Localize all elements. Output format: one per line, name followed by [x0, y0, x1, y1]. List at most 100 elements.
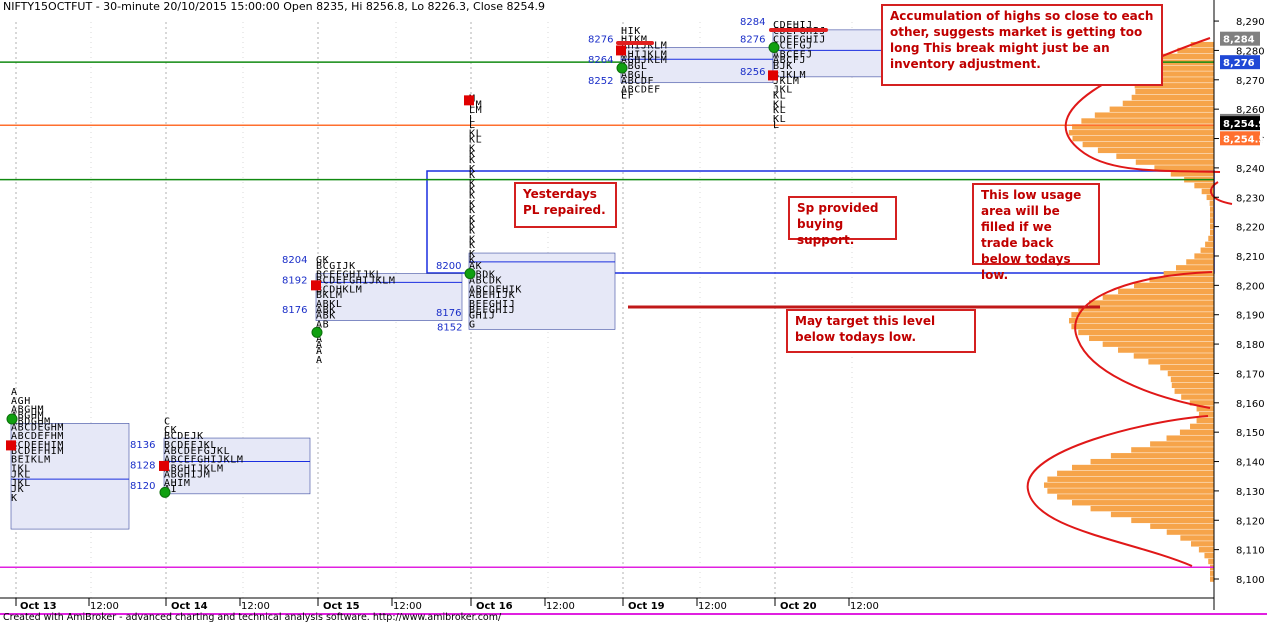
volume-profile-bar	[1082, 141, 1214, 148]
value-area-label: 8276	[740, 35, 765, 46]
value-area-label: 8204	[282, 255, 307, 266]
x-tick-label: Oct 16	[476, 601, 513, 612]
volume-profile-bar	[1043, 482, 1214, 488]
volume-profile-bar	[1160, 364, 1214, 371]
value-area-label: 8128	[130, 460, 155, 471]
x-tick-label: Oct 13	[20, 601, 57, 612]
value-area-label: 8284	[740, 17, 765, 28]
annotation-yesterday-pl: Yesterdays PL repaired.	[514, 182, 617, 228]
open-marker-red-square	[159, 460, 169, 471]
x-tick-label: Oct 19	[628, 601, 665, 612]
x-tick-label: 12:00	[90, 601, 119, 612]
tpo-letters: A	[316, 355, 323, 366]
value-area-label: 8176	[282, 305, 307, 316]
annotation-target-level: May target this level below todays low.	[786, 309, 976, 353]
y-tick-label: 8,160	[1236, 399, 1265, 410]
x-tick-label: 12:00	[393, 601, 422, 612]
y-tick-label: 8,110	[1236, 546, 1265, 557]
volume-profile-bar	[1072, 135, 1214, 142]
value-area-label: 8256	[740, 67, 765, 78]
x-tick-label: Oct 15	[323, 601, 360, 612]
annotation-sp-support: Sp provided buying support.	[788, 196, 897, 247]
volume-profile-bar	[1133, 353, 1214, 359]
volume-profile-bar	[1118, 288, 1214, 295]
chart-canvas: AAGHABGHMABGHMABDGHMABCDEGHMABCDEFHMBCDE…	[0, 0, 1267, 615]
y-tick-label: 8,210	[1236, 252, 1265, 263]
volume-profile-bar	[1102, 341, 1214, 347]
volume-profile-bar	[1162, 53, 1214, 60]
volume-profile-bar	[1167, 370, 1214, 377]
volume-profile-bar	[1110, 453, 1214, 459]
y-tick-label: 8,150	[1236, 428, 1265, 439]
volume-profile-bar	[1131, 517, 1214, 524]
volume-profile-bar	[1198, 547, 1214, 553]
volume-profile-bar	[1200, 247, 1214, 253]
volume-profile-bar	[1134, 282, 1214, 289]
price-tag-label: 8,254.5	[1223, 134, 1265, 145]
volume-profile-bar	[1181, 394, 1214, 400]
volume-profile-bar	[1071, 323, 1214, 330]
y-tick-label: 8,100	[1236, 575, 1265, 586]
volume-profile-bar	[1166, 529, 1214, 535]
y-tick-label: 8,290	[1236, 17, 1265, 28]
price-tag-label: 8,254.9	[1223, 119, 1265, 130]
volume-profile-bar	[1166, 435, 1214, 441]
price-tag-label: 8,276	[1223, 58, 1255, 69]
volume-profile-bar	[1131, 94, 1214, 101]
volume-profile-bar	[1131, 447, 1214, 453]
volume-profile-bar	[1047, 476, 1214, 482]
y-tick-label: 8,120	[1236, 516, 1265, 527]
chart-title: NIFTY15OCTFUT - 30-minute 20/10/2015 15:…	[3, 0, 545, 13]
volume-profile-bar	[1209, 200, 1214, 206]
volume-profile-bar	[1089, 335, 1214, 342]
volume-profile-bar	[1109, 106, 1214, 112]
volume-profile-bar	[1116, 153, 1214, 159]
tpo-letters: L	[773, 120, 780, 131]
tpo-letters: K	[11, 493, 18, 504]
open-marker-red-square	[768, 70, 778, 81]
volume-profile-bar	[1170, 376, 1214, 383]
volume-profile-bar	[1094, 112, 1214, 118]
y-tick-label: 8,140	[1236, 458, 1265, 469]
volume-profile-bar	[1057, 494, 1214, 500]
y-tick-label: 8,220	[1236, 223, 1265, 234]
volume-profile-bar	[1180, 535, 1214, 541]
annotation-low-usage-area: This low usage area will be filled if we…	[972, 183, 1100, 282]
volume-profile-bar	[1072, 500, 1214, 506]
tpo-letters: G	[469, 320, 476, 331]
close-marker-green-circle	[616, 62, 628, 74]
open-marker-red-square	[616, 45, 626, 56]
y-tick-label: 8,170	[1236, 369, 1265, 380]
volume-profile-bar	[1171, 382, 1214, 388]
volume-profile-bar	[1110, 511, 1214, 518]
value-area-label: 8192	[282, 275, 307, 286]
volume-profile-bar	[1090, 505, 1214, 512]
volume-profile-bar	[1081, 118, 1214, 124]
volume-profile-bar	[1097, 147, 1214, 154]
volume-profile-bar	[1102, 294, 1214, 300]
volume-profile-bar	[1057, 470, 1214, 477]
volume-profile-bar	[1208, 235, 1214, 242]
volume-profile-bar	[1069, 317, 1214, 324]
open-marker-red-square	[311, 280, 321, 291]
volume-profile-bar	[1196, 417, 1214, 424]
y-tick-label: 8,180	[1236, 340, 1265, 351]
x-tick-label: 12:00	[850, 601, 879, 612]
x-tick-label: Oct 20	[780, 601, 817, 612]
x-tick-label: 12:00	[241, 601, 270, 612]
close-marker-green-circle	[159, 486, 171, 498]
market-profile-chart: A AGH ABGHM ABGHM ABDGHM ABCDEGHM ABCDEFHM BCDE…	[0, 0, 1267, 626]
x-tick-label: 12:00	[698, 601, 727, 612]
volume-profile-bar	[1179, 429, 1214, 435]
close-marker-green-circle	[6, 413, 18, 425]
y-tick-label: 8,130	[1236, 487, 1265, 498]
volume-profile-bar	[1135, 159, 1214, 165]
volume-profile-bar	[1148, 359, 1214, 365]
annotation-accumulation-highs: Accumulation of highs so close to each o…	[881, 4, 1163, 86]
value-area-label: 8264	[588, 55, 613, 66]
close-marker-green-circle	[464, 268, 476, 280]
volume-profile-bar	[1204, 552, 1214, 559]
volume-profile-bar	[1118, 347, 1214, 353]
volume-profile-bar	[1090, 458, 1214, 465]
volume-profile-bar	[1210, 206, 1214, 212]
